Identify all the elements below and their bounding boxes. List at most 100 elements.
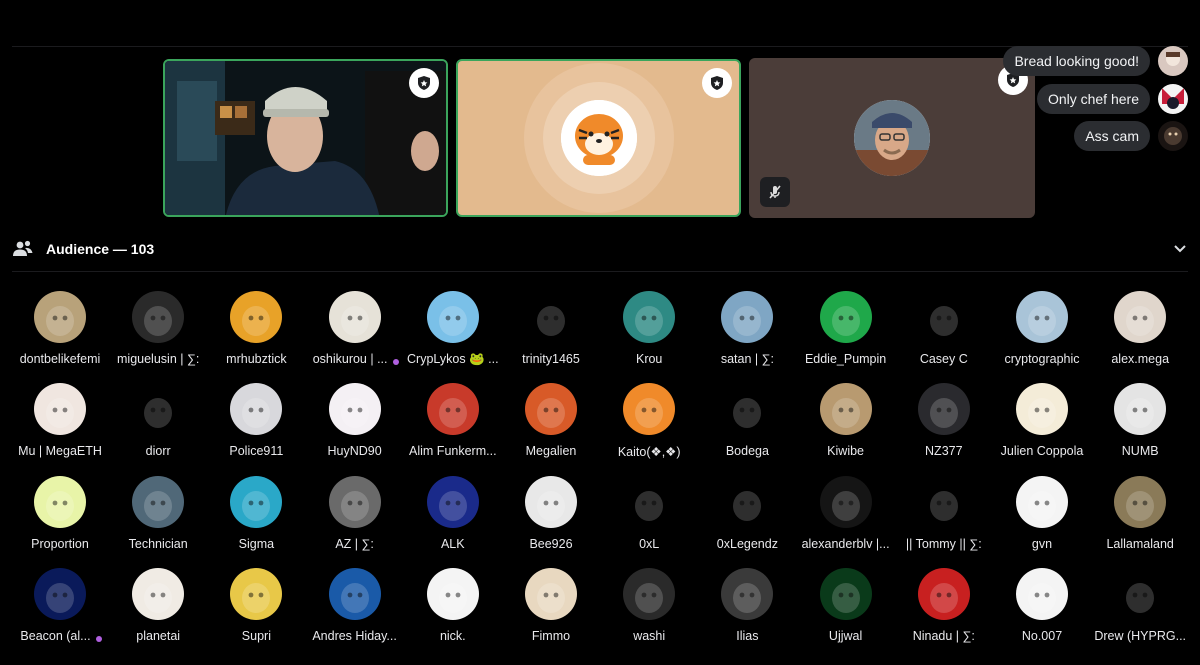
- audience-member[interactable]: Sigma: [207, 475, 305, 556]
- audience-member[interactable]: NUMB: [1091, 383, 1189, 463]
- avatar[interactable]: [1158, 46, 1188, 76]
- audience-member[interactable]: Julien Coppola: [993, 383, 1091, 463]
- avatar-image: [144, 398, 173, 429]
- member-name: planetai: [136, 628, 181, 643]
- audience-member[interactable]: Drew (HYPRG...: [1091, 567, 1189, 648]
- avatar-image: [635, 398, 664, 429]
- avatar-image: [831, 490, 860, 521]
- man-avatar-image: [854, 100, 930, 176]
- audience-member[interactable]: NZ377: [895, 383, 993, 463]
- avatar: [34, 567, 86, 620]
- audience-member[interactable]: CrypLykos 🐸 ...: [404, 291, 502, 371]
- audience-member[interactable]: gvn: [993, 475, 1091, 556]
- member-name: mrhubztick: [226, 352, 287, 366]
- member-name: alexanderblv |...: [801, 536, 890, 551]
- avatar: [132, 291, 185, 343]
- audience-member[interactable]: Kiwibe: [797, 383, 895, 463]
- audience-header[interactable]: Audience — 103: [12, 238, 1188, 260]
- audience-member[interactable]: AZ | ∑:: [306, 475, 404, 556]
- avatar: [1114, 567, 1167, 620]
- member-name: washi: [633, 628, 666, 643]
- chat-bubble: Ass cam: [1074, 121, 1150, 151]
- audience-member[interactable]: diorr: [109, 383, 207, 463]
- audience-member[interactable]: alexanderblv |...: [797, 475, 895, 556]
- audience-member[interactable]: 0xLegendz: [698, 475, 796, 556]
- avatar-image: [46, 490, 74, 521]
- avatar: [623, 291, 676, 343]
- member-name: satan | ∑:: [720, 352, 774, 366]
- audience-member[interactable]: Andres Hiday...: [306, 567, 404, 648]
- audience-member[interactable]: Proportion: [11, 475, 109, 556]
- avatar: [623, 475, 676, 528]
- avatar: [132, 475, 185, 528]
- avatar: [328, 383, 381, 436]
- audience-member[interactable]: Bodega: [698, 383, 796, 463]
- audience-member[interactable]: trinity1465: [502, 291, 600, 371]
- audience-member[interactable]: Casey C: [895, 291, 993, 371]
- avatar: [426, 567, 479, 620]
- audience-member[interactable]: Ninadu | ∑:: [895, 567, 993, 648]
- audience-member[interactable]: Krou: [600, 291, 698, 371]
- audience-member[interactable]: Eddie_Pumpin: [797, 291, 895, 371]
- audience-member[interactable]: Beacon (al...: [11, 567, 109, 648]
- avatar: [819, 291, 872, 343]
- avatar-image: [46, 398, 74, 429]
- avatar: [34, 383, 86, 436]
- audience-member[interactable]: Alim Funkerm...: [404, 383, 502, 463]
- member-name: Eddie_Pumpin: [804, 352, 887, 366]
- chat-bubble: Only chef here: [1036, 84, 1150, 114]
- audience-member[interactable]: Fimmo: [502, 567, 600, 648]
- avatar-image: [242, 582, 271, 613]
- member-name: HuyND90: [327, 444, 382, 459]
- avatar[interactable]: [1158, 84, 1188, 114]
- audience-member[interactable]: Technician: [109, 475, 207, 556]
- video-tile-streamer[interactable]: [163, 59, 448, 217]
- audience-member[interactable]: miguelusin | ∑:: [109, 291, 207, 371]
- audience-member[interactable]: mrhubztick: [207, 291, 305, 371]
- avatar-image: [46, 582, 74, 613]
- member-name: cryptographic: [1004, 352, 1080, 366]
- avatar-image: [635, 582, 664, 613]
- audience-member[interactable]: Lallamaland: [1091, 475, 1189, 556]
- audience-member[interactable]: Bee926: [502, 475, 600, 556]
- audience-member[interactable]: nick.: [404, 567, 502, 648]
- audience-member[interactable]: washi: [600, 567, 698, 648]
- avatar-image: [929, 306, 958, 336]
- audience-member[interactable]: Mu | MegaETH: [11, 383, 109, 463]
- member-name: Ninadu | ∑:: [912, 628, 975, 643]
- audience-member[interactable]: satan | ∑:: [698, 291, 796, 371]
- audience-member[interactable]: Ujjwal: [797, 567, 895, 648]
- member-name: Lallamaland: [1106, 536, 1174, 551]
- audience-member[interactable]: No.007: [993, 567, 1091, 648]
- audience-member[interactable]: Kaito(❖,❖): [600, 383, 698, 463]
- audience-member[interactable]: HuyND90: [306, 383, 404, 463]
- avatar: [1114, 291, 1167, 343]
- user-avatar-image: [1158, 84, 1188, 114]
- audience-member[interactable]: cryptographic: [993, 291, 1091, 371]
- streamer-video: [165, 61, 446, 215]
- video-tile-muted-user[interactable]: [749, 58, 1035, 218]
- audience-member[interactable]: Police911: [207, 383, 305, 463]
- avatar-image: [242, 398, 271, 429]
- avatar-image: [340, 306, 369, 336]
- member-name: AZ | ∑:: [335, 536, 374, 551]
- audience-member[interactable]: Megalien: [502, 383, 600, 463]
- avatar: [623, 383, 676, 436]
- audience-member[interactable]: alex.mega: [1091, 291, 1189, 371]
- audience-member[interactable]: Ilias: [698, 567, 796, 648]
- audience-member[interactable]: planetai: [109, 567, 207, 648]
- chevron-down-icon[interactable]: [1172, 240, 1188, 256]
- avatar: [525, 567, 577, 620]
- video-tile-tiger[interactable]: [456, 59, 741, 217]
- audience-member[interactable]: 0xL: [600, 475, 698, 556]
- audience-member[interactable]: dontbelikefemi: [11, 291, 109, 371]
- avatar: [426, 291, 479, 343]
- audience-member[interactable]: ALK: [404, 475, 502, 556]
- audience-member[interactable]: Supri: [207, 567, 305, 648]
- avatar-image: [438, 582, 467, 613]
- audience-member[interactable]: || Tommy || ∑:: [895, 475, 993, 556]
- audience-member[interactable]: oshikurou | ...: [306, 291, 404, 371]
- avatar[interactable]: [1158, 121, 1188, 151]
- avatar: [1114, 383, 1167, 436]
- avatar: [1016, 383, 1068, 436]
